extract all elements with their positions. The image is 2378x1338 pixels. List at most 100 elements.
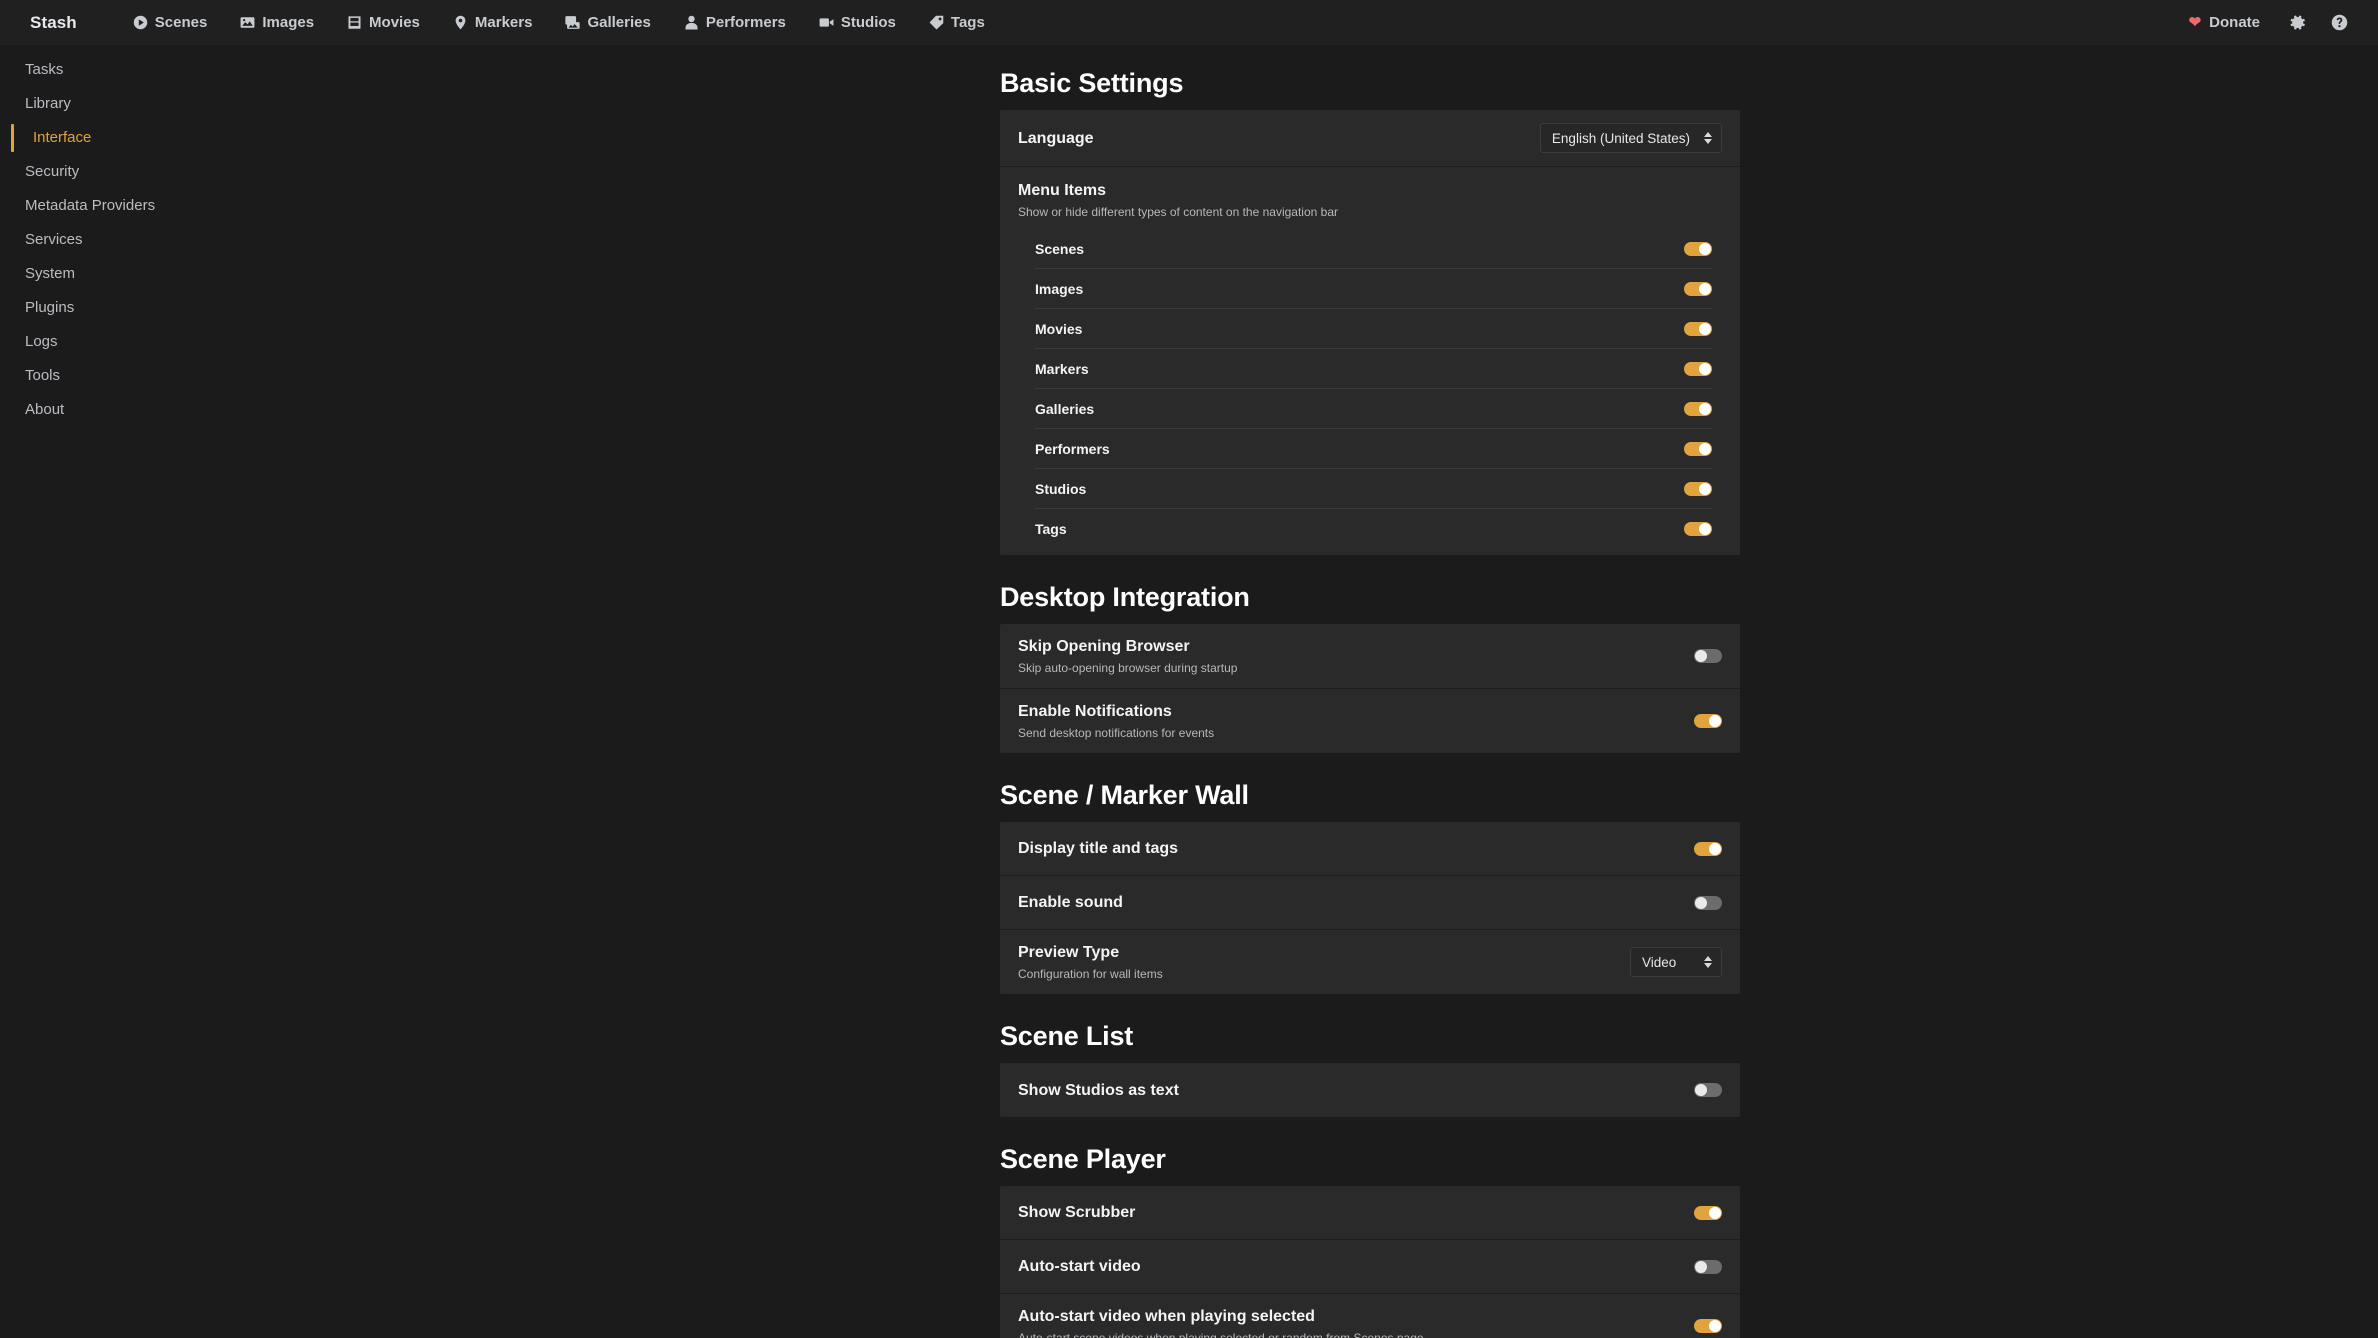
language-select-value: English (United States) — [1551, 130, 1690, 146]
preview-type-select[interactable]: Video — [1630, 947, 1722, 977]
toggle-menu-studios[interactable] — [1684, 481, 1712, 496]
nav-item-label: Scenes — [154, 14, 208, 31]
language-row: Language English (United States) — [1000, 110, 1740, 167]
toggle-menu-tags[interactable] — [1684, 522, 1712, 536]
language-select[interactable]: English (United States) — [1539, 123, 1722, 153]
sidebar-item-services[interactable]: Services — [0, 223, 1000, 257]
chevron-updown-icon — [1704, 956, 1712, 968]
row-auto-start-video-when-playing-selected: Auto-start video when playing selected A… — [1000, 1294, 1740, 1338]
nav-item-label: Images — [262, 14, 315, 31]
sidebar-item-security[interactable]: Security — [0, 155, 1000, 189]
brand-logo[interactable]: Stash — [22, 9, 85, 37]
row-skip-opening-browser: Skip Opening Browser Skip auto-opening b… — [1000, 624, 1740, 689]
video-camera-icon — [819, 15, 834, 30]
sidebar-item-system[interactable]: System — [0, 257, 1000, 291]
person-icon — [684, 15, 699, 30]
menu-row-tags: Tags — [1035, 509, 1712, 549]
section-title-scene-marker-wall: Scene / Marker Wall — [1000, 780, 1249, 810]
play-circle-icon — [133, 15, 148, 30]
row-show-studios-as-text: Show Studios as text — [1000, 1063, 1740, 1117]
row-display-title-and-tags: Display title and tags — [1000, 822, 1740, 876]
desktop-integration-card: Skip Opening Browser Skip auto-opening b… — [1000, 624, 1740, 753]
toggle-menu-galleries[interactable] — [1684, 401, 1712, 416]
toggle-menu-scenes[interactable] — [1684, 241, 1712, 256]
scene-list-card: Show Studios as text — [1000, 1063, 1740, 1117]
menu-row-label: Movies — [1035, 320, 1083, 337]
menu-row-scenes: Scenes — [1035, 229, 1712, 269]
row-sublabel: Auto-start scene videos when playing sel… — [1018, 1331, 1424, 1338]
toggle-display-title-and-tags[interactable] — [1694, 841, 1722, 856]
scene-marker-wall-card: Display title and tags Enable sound Prev… — [1000, 822, 1740, 994]
sidebar-item-plugins[interactable]: Plugins — [0, 291, 1000, 325]
row-enable-sound: Enable sound — [1000, 876, 1740, 930]
row-label: Enable sound — [1018, 894, 1123, 911]
row-preview-type: Preview Type Configuration for wall item… — [1000, 930, 1740, 994]
menu-row-performers: Performers — [1035, 429, 1712, 469]
sidebar-item-tasks[interactable]: Tasks — [0, 53, 1000, 87]
toggle-enable-sound[interactable] — [1694, 895, 1722, 910]
menu-row-markers: Markers — [1035, 349, 1712, 389]
donate-button[interactable]: ❤ Donate — [2177, 8, 2272, 37]
nav-item-tags[interactable]: Tags — [915, 8, 999, 37]
row-label: Preview Type — [1018, 944, 1120, 961]
row-label: Skip Opening Browser — [1018, 638, 1190, 655]
menu-row-label: Studios — [1035, 480, 1087, 497]
row-label: Auto-start video when playing selected — [1018, 1308, 1315, 1325]
sidebar-item-metadata-providers[interactable]: Metadata Providers — [0, 189, 1000, 223]
top-navbar: Stash Scenes Images Movies Markers Galle… — [0, 0, 2378, 45]
nav-item-markers[interactable]: Markers — [439, 8, 547, 37]
toggle-menu-markers[interactable] — [1684, 361, 1712, 376]
chevron-updown-icon — [1704, 132, 1712, 144]
toggle-menu-performers[interactable] — [1684, 441, 1712, 456]
nav-item-studios[interactable]: Studios — [805, 8, 910, 37]
section-title-scene-player: Scene Player — [1000, 1144, 1166, 1174]
settings-button[interactable] — [2280, 6, 2314, 40]
nav-item-label: Galleries — [587, 14, 651, 31]
toggle-skip-opening-browser[interactable] — [1694, 649, 1722, 663]
toggle-menu-movies[interactable] — [1684, 321, 1712, 336]
menu-row-studios: Studios — [1035, 469, 1712, 509]
menu-row-movies: Movies — [1035, 309, 1712, 349]
row-enable-notifications: Enable Notifications Send desktop notifi… — [1000, 689, 1740, 753]
sidebar-item-about[interactable]: About — [0, 393, 1000, 427]
nav-item-scenes[interactable]: Scenes — [119, 8, 222, 37]
toggle-auto-start-video-when-playing-selected[interactable] — [1694, 1319, 1722, 1333]
main-nav: Scenes Images Movies Markers Galleries P… — [119, 8, 999, 37]
nav-item-label: Markers — [474, 14, 533, 31]
help-button[interactable] — [2322, 6, 2356, 40]
section-title-desktop-integration: Desktop Integration — [1000, 582, 1250, 612]
row-sublabel: Send desktop notifications for events — [1018, 726, 1215, 740]
menu-items-list: Scenes Images Movies Markers Galleries P… — [1018, 229, 1722, 549]
toggle-menu-images[interactable] — [1684, 281, 1712, 296]
question-circle-icon — [2331, 14, 2348, 31]
toggle-show-studios-as-text[interactable] — [1694, 1083, 1722, 1097]
row-label: Enable Notifications — [1018, 703, 1172, 720]
menu-row-label: Images — [1035, 280, 1084, 297]
menu-row-label: Galleries — [1035, 400, 1095, 417]
menu-row-label: Tags — [1035, 521, 1067, 537]
images-icon — [565, 15, 581, 30]
nav-item-label: Tags — [950, 14, 985, 31]
nav-item-galleries[interactable]: Galleries — [551, 8, 664, 37]
sidebar-item-interface[interactable]: Interface — [0, 121, 1000, 155]
scene-player-card: Show Scrubber Auto-start video Auto-star… — [1000, 1186, 1740, 1338]
nav-item-performers[interactable]: Performers — [670, 8, 800, 37]
heart-icon: ❤ — [2188, 14, 2202, 31]
row-label: Show Scrubber — [1018, 1204, 1136, 1221]
menu-row-images: Images — [1035, 269, 1712, 309]
sidebar-item-library[interactable]: Library — [0, 87, 1000, 121]
menu-row-label: Performers — [1035, 440, 1110, 457]
settings-sidebar: Tasks Library Interface Security Metadat… — [0, 45, 1000, 1338]
menu-items-subtitle: Show or hide different types of content … — [1018, 205, 1338, 219]
toggle-auto-start-video[interactable] — [1694, 1259, 1722, 1274]
donate-label: Donate — [2209, 14, 2260, 31]
toggle-show-scrubber[interactable] — [1694, 1205, 1722, 1220]
menu-row-label: Markers — [1035, 360, 1089, 377]
sidebar-item-logs[interactable]: Logs — [0, 325, 1000, 359]
nav-item-movies[interactable]: Movies — [333, 8, 434, 37]
toggle-enable-notifications[interactable] — [1694, 714, 1722, 728]
nav-item-images[interactable]: Images — [226, 8, 328, 37]
sidebar-item-tools[interactable]: Tools — [0, 359, 1000, 393]
settings-content: Basic Settings Language English (United … — [1000, 45, 2378, 1338]
language-label: Language — [1018, 129, 1094, 147]
